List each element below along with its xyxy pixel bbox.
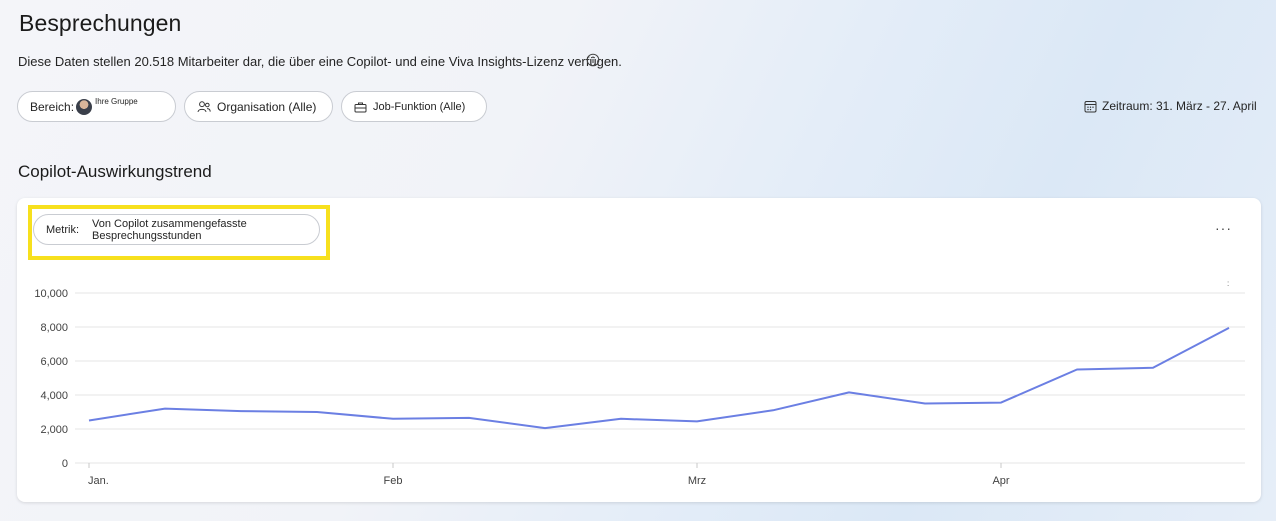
- organization-filter-label: Organisation (Alle): [217, 99, 317, 114]
- calendar-icon: [1084, 100, 1097, 112]
- section-title: Copilot-Auswirkungstrend: [18, 162, 212, 181]
- scope-label: Bereich:: [30, 99, 75, 114]
- page-title: Besprechungen: [19, 10, 182, 36]
- metric-value: Von Copilot zusammengefasste Besprechung…: [92, 217, 247, 242]
- metric-selector[interactable]: Metrik: Von Copilot zusammengefasste Bes…: [33, 214, 320, 245]
- scope-filter-button[interactable]: Bereich: Ihre Gruppe: [17, 91, 176, 122]
- people-icon: [197, 100, 211, 112]
- chart-dot: :: [1227, 279, 1230, 288]
- metric-label: Metrik:: [46, 223, 79, 236]
- briefcase-icon: [354, 102, 367, 112]
- scope-value: Ihre Gruppe: [95, 97, 138, 106]
- job-function-filter-label: Job-Funktion (Alle): [373, 100, 466, 113]
- data-description: Diese Daten stellen 20.518 Mitarbeiter d…: [18, 54, 622, 69]
- avatar: [76, 98, 93, 115]
- job-function-filter-button[interactable]: Job-Funktion (Alle): [341, 91, 487, 122]
- timeframe-selector[interactable]: Zeitraum: 31. März - 27. April: [1084, 99, 1257, 113]
- info-icon[interactable]: [586, 53, 600, 67]
- more-options-button[interactable]: ···: [1215, 220, 1232, 236]
- timeframe-label: Zeitraum: 31. März - 27. April: [1102, 99, 1257, 113]
- organization-filter-button[interactable]: Organisation (Alle): [184, 91, 333, 122]
